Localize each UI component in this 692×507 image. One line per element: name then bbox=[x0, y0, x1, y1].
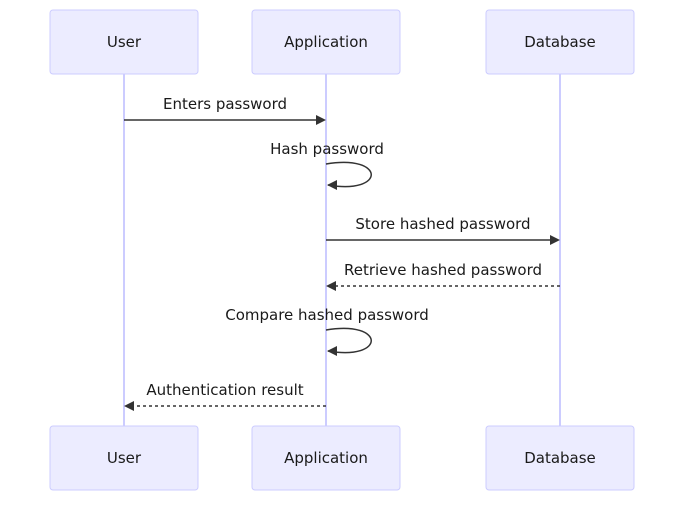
arrowhead bbox=[326, 281, 336, 291]
actor-app-top: Application bbox=[251, 9, 401, 75]
arrowhead bbox=[550, 235, 560, 245]
message-label: Enters password bbox=[163, 95, 287, 113]
message-label: Compare hashed password bbox=[225, 306, 429, 324]
actor-db-bottom: Database bbox=[485, 425, 635, 491]
arrowhead bbox=[327, 346, 337, 356]
arrowhead bbox=[316, 115, 326, 125]
actor-label: Application bbox=[284, 449, 368, 467]
message: Authentication result bbox=[124, 381, 326, 411]
message-label: Hash password bbox=[270, 140, 384, 158]
actor-label: Database bbox=[524, 33, 596, 51]
sequence-diagram: User User Application Application Database Da… bbox=[49, 9, 635, 491]
arrowhead bbox=[124, 401, 134, 411]
actor-label: User bbox=[107, 33, 142, 51]
actor-label: Database bbox=[524, 449, 596, 467]
message-label: Store hashed password bbox=[355, 215, 530, 233]
actor-label: Application bbox=[284, 33, 368, 51]
message: Enters password bbox=[124, 95, 326, 125]
message-label: Authentication result bbox=[146, 381, 303, 399]
actor-user-bottom: User bbox=[49, 425, 199, 491]
actor-user-top: User bbox=[49, 9, 199, 75]
actor-label: User bbox=[107, 449, 142, 467]
actor-app-bottom: Application bbox=[251, 425, 401, 491]
arrowhead bbox=[327, 180, 337, 190]
message: Store hashed password bbox=[326, 215, 560, 245]
actor-db-top: Database bbox=[485, 9, 635, 75]
message: Retrieve hashed password bbox=[326, 261, 560, 291]
message-label: Retrieve hashed password bbox=[344, 261, 542, 279]
